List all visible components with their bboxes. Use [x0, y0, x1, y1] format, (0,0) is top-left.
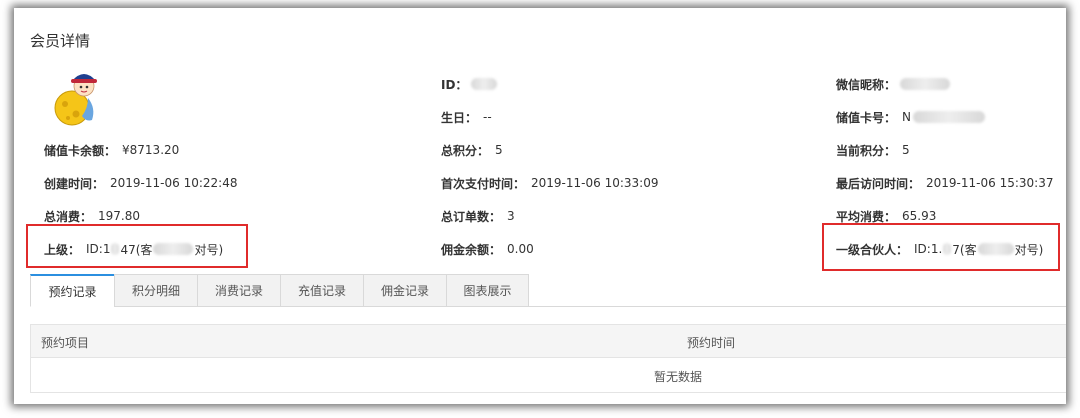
commission-balance-field: 佣金余额： 0.00	[441, 240, 534, 258]
first-partner-label: 一级合伙人：	[836, 242, 909, 257]
empty-state-text: 暂无数据	[654, 370, 703, 384]
created-time-field: 创建时间： 2019-11-06 10:22:48	[44, 174, 237, 192]
superior-value-suffix: 对号)	[194, 242, 224, 257]
reservation-table: 预约项目 预约时间 暂无数据	[30, 324, 1066, 393]
first-partner-value-suffix: 对号)	[1014, 242, 1044, 257]
masked-value	[471, 78, 498, 90]
last-visit-time-label: 最后访问时间：	[836, 176, 921, 191]
masked-value	[913, 111, 985, 123]
total-orders-label: 总订单数：	[441, 209, 502, 224]
total-points-field: 总积分： 5	[441, 141, 503, 159]
masked-value	[977, 243, 1014, 255]
avatar	[48, 64, 106, 128]
card-number-value: N	[902, 110, 911, 124]
superior-field: 上级： ID:1 47(客 对号)	[44, 240, 223, 258]
card-number-label: 储值卡号：	[836, 110, 897, 125]
current-points-value: 5	[902, 143, 910, 157]
column-header-time: 预约时间	[687, 336, 736, 350]
table-header: 预约项目 预约时间	[31, 325, 1066, 358]
birthday-label: 生日：	[441, 110, 478, 125]
table-body: 暂无数据	[31, 358, 1066, 392]
birthday-field: 生日： --	[441, 108, 492, 126]
card-balance-label: 储值卡余额：	[44, 143, 117, 158]
created-time-label: 创建时间：	[44, 176, 105, 191]
masked-value	[153, 243, 194, 255]
created-time-value: 2019-11-06 10:22:48	[110, 176, 238, 190]
tab-chart-display[interactable]: 图表展示	[446, 274, 529, 307]
first-pay-time-field: 首次支付时间： 2019-11-06 10:33:09	[441, 174, 658, 192]
wechat-nickname-label: 微信昵称：	[836, 77, 897, 92]
tab-consumption-records[interactable]: 消费记录	[197, 274, 280, 307]
masked-value	[900, 78, 951, 90]
superior-value-mid: 47(客	[120, 242, 153, 257]
first-partner-value-mid: 7(客	[952, 242, 977, 257]
card-balance-value: ¥8713.20	[122, 143, 180, 157]
last-visit-time-value: 2019-11-06 15:30:37	[926, 176, 1054, 190]
total-orders-value: 3	[507, 209, 515, 223]
member-id-label: ID：	[441, 77, 468, 92]
tab-recharge-records[interactable]: 充值记录	[280, 274, 363, 307]
superior-value-prefix: ID:1	[86, 242, 111, 256]
first-partner-field: 一级合伙人： ID:1. 7(客 对号)	[836, 240, 1043, 258]
current-points-field: 当前积分： 5	[836, 141, 910, 159]
total-orders-field: 总订单数： 3	[441, 207, 515, 225]
total-points-value: 5	[495, 143, 503, 157]
superior-label: 上级：	[44, 242, 81, 257]
avg-spend-value: 65.93	[902, 209, 937, 223]
total-spend-field: 总消费： 197.80	[44, 207, 140, 225]
first-pay-time-label: 首次支付时间：	[441, 176, 526, 191]
member-detail-panel: 会员详情 ID： 微信昵称： 生日： -- 储值卡号： N 储值卡余额： ¥87…	[14, 8, 1066, 404]
first-pay-time-value: 2019-11-06 10:33:09	[531, 176, 659, 190]
commission-balance-value: 0.00	[507, 242, 534, 256]
avg-spend-label: 平均消费：	[836, 209, 897, 224]
last-visit-time-field: 最后访问时间： 2019-11-06 15:30:37	[836, 174, 1053, 192]
page-title: 会员详情	[30, 32, 91, 50]
total-spend-value: 197.80	[98, 209, 141, 223]
first-partner-value-prefix: ID:1.	[914, 242, 943, 256]
masked-value	[111, 243, 120, 255]
tab-commission-records[interactable]: 佣金记录	[363, 274, 446, 307]
commission-balance-label: 佣金余额：	[441, 242, 502, 257]
cartoon-avatar-icon	[54, 74, 97, 126]
card-balance-field: 储值卡余额： ¥8713.20	[44, 141, 179, 159]
wechat-nickname-field: 微信昵称：	[836, 75, 951, 93]
masked-value	[943, 243, 952, 255]
member-id-field: ID：	[441, 75, 498, 93]
card-number-field: 储值卡号： N	[836, 108, 986, 126]
tab-reservation-records[interactable]: 预约记录	[30, 274, 114, 307]
tab-points-details[interactable]: 积分明细	[114, 274, 197, 307]
total-points-label: 总积分：	[441, 143, 490, 158]
column-header-project: 预约项目	[41, 336, 90, 350]
total-spend-label: 总消费：	[44, 209, 93, 224]
birthday-value: --	[483, 110, 492, 124]
tab-bar: 预约记录 积分明细 消费记录 充值记录 佣金记录 图表展示	[30, 274, 529, 307]
current-points-label: 当前积分：	[836, 143, 897, 158]
